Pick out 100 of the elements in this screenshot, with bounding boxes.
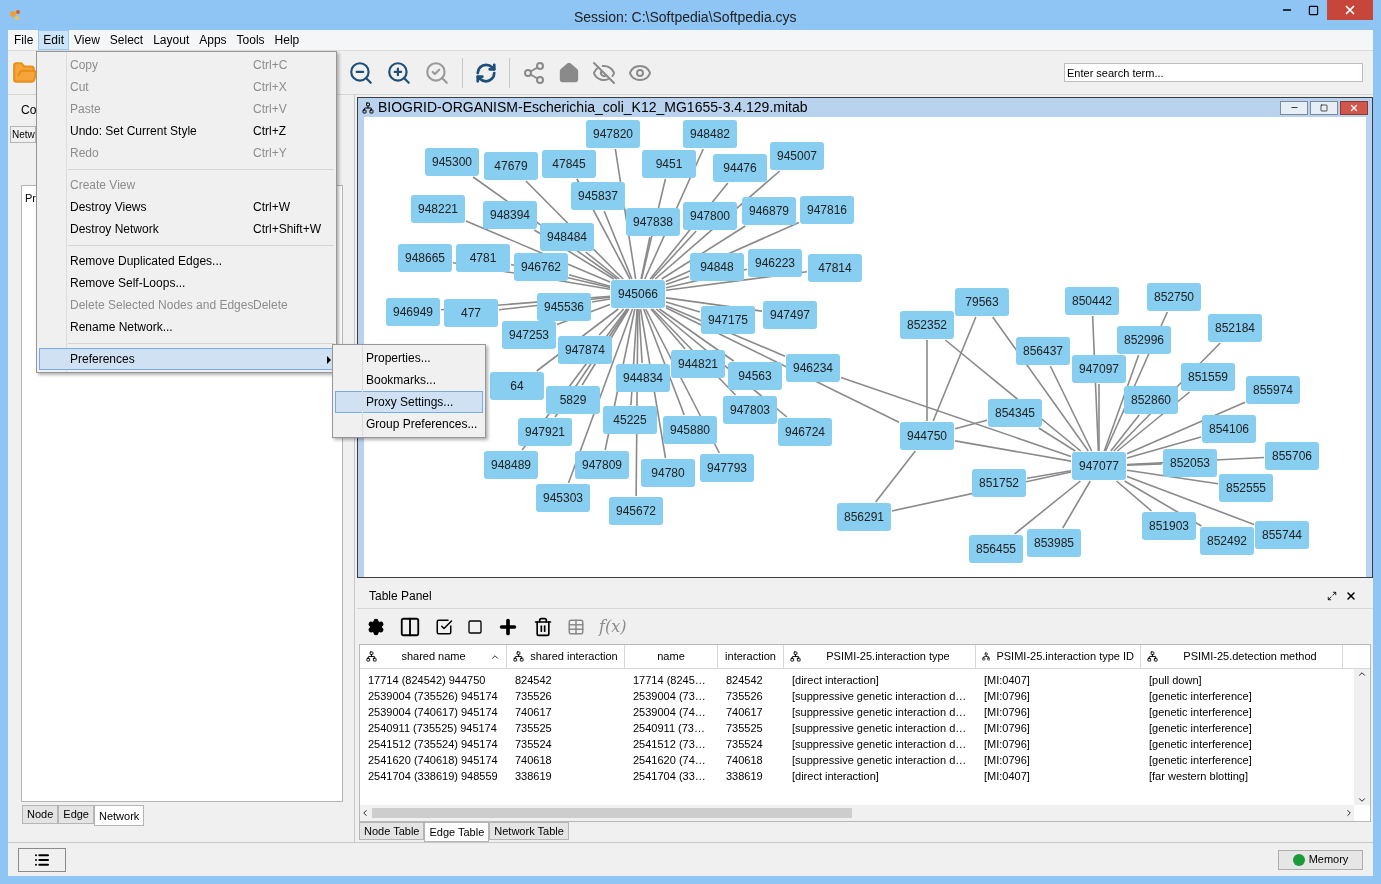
network-node[interactable]: 94780 xyxy=(641,459,695,487)
column-header[interactable]: PSIMI-25.detection method xyxy=(1141,645,1343,668)
network-node[interactable]: 855706 xyxy=(1265,442,1319,470)
network-node[interactable]: 94476 xyxy=(713,154,767,182)
menu-item[interactable]: Undo: Set Current Style Ctrl+Z xyxy=(39,120,334,142)
menu-bar-item[interactable]: View xyxy=(69,30,105,50)
network-node[interactable]: 851903 xyxy=(1142,512,1196,540)
network-node[interactable]: 4781 xyxy=(456,244,510,272)
network-node[interactable]: 947497 xyxy=(763,301,817,329)
network-node[interactable]: 855974 xyxy=(1246,376,1300,404)
network-node[interactable]: 852996 xyxy=(1117,326,1171,354)
column-header[interactable]: shared name xyxy=(360,645,507,668)
network-node[interactable]: 945007 xyxy=(770,142,824,170)
menu-item[interactable]: Destroy Network Ctrl+Shift+W xyxy=(39,218,334,240)
network-node[interactable]: 946762 xyxy=(514,253,568,281)
network-node[interactable]: 64 xyxy=(490,372,544,400)
settings-icon[interactable] xyxy=(367,617,385,636)
deselect-all-icon[interactable] xyxy=(467,618,483,635)
network-node[interactable]: 944750 xyxy=(900,422,954,450)
network-node[interactable]: 850442 xyxy=(1065,287,1119,315)
network-node[interactable]: 45225 xyxy=(603,406,657,434)
columns-icon[interactable] xyxy=(399,615,421,638)
network-node[interactable]: 856437 xyxy=(1016,337,1070,365)
menu-item[interactable]: Bookmarks... xyxy=(335,369,483,391)
close-button[interactable] xyxy=(1340,100,1368,115)
menu-item[interactable]: Destroy Views Ctrl+W xyxy=(39,196,334,218)
zoom-in-icon[interactable] xyxy=(386,59,412,86)
zoom-check-icon[interactable] xyxy=(424,59,450,86)
network-node[interactable]: 947838 xyxy=(626,208,680,236)
network-node[interactable]: 477 xyxy=(444,299,498,327)
network-node[interactable]: 5829 xyxy=(546,386,600,414)
network-node[interactable]: 852184 xyxy=(1208,314,1262,342)
network-node[interactable]: 946234 xyxy=(786,354,840,382)
share-icon[interactable] xyxy=(522,60,546,85)
network-node[interactable]: 79563 xyxy=(955,288,1009,316)
refresh-icon[interactable] xyxy=(475,61,497,84)
network-node[interactable]: 851559 xyxy=(1181,363,1235,391)
network-node[interactable]: 947175 xyxy=(701,306,755,334)
network-node[interactable]: 946949 xyxy=(386,298,440,326)
network-node[interactable]: 945066 xyxy=(611,280,665,308)
network-node[interactable]: 944834 xyxy=(616,364,670,392)
table-tab[interactable]: Network Table xyxy=(489,822,569,840)
network-node[interactable]: 948484 xyxy=(540,223,594,251)
menu-bar-item[interactable]: File xyxy=(9,30,39,50)
network-node[interactable]: 852750 xyxy=(1147,283,1201,311)
network-node[interactable]: 945880 xyxy=(663,416,717,444)
menu-bar-item[interactable]: Layout xyxy=(148,30,195,50)
network-node[interactable]: 854345 xyxy=(988,399,1042,427)
network-node[interactable]: 946724 xyxy=(778,418,832,446)
vertical-scrollbar[interactable] xyxy=(1354,669,1370,805)
network-node[interactable]: 947874 xyxy=(558,336,612,364)
table-tab[interactable]: Node Table xyxy=(359,822,425,840)
menu-item[interactable]: Remove Self-Loops... xyxy=(39,272,334,294)
network-node[interactable]: 947803 xyxy=(723,396,777,424)
menu-item[interactable]: Properties... xyxy=(335,347,483,369)
network-node[interactable]: 47679 xyxy=(484,152,538,180)
menu-bar-item[interactable]: Edit xyxy=(38,30,70,50)
network-node[interactable]: 946879 xyxy=(742,197,796,225)
panel-tab[interactable]: Network xyxy=(94,805,145,826)
menu-item[interactable]: Rename Network... xyxy=(39,316,334,338)
network-node[interactable]: 945536 xyxy=(537,293,591,321)
network-node[interactable]: 947816 xyxy=(800,196,854,224)
panel-tab[interactable]: Edge xyxy=(58,805,94,824)
network-node[interactable]: 945672 xyxy=(609,497,663,525)
menu-bar-item[interactable]: Help xyxy=(269,30,305,50)
zoom-out-icon[interactable] xyxy=(348,59,374,86)
table-tab[interactable]: Edge Table xyxy=(424,822,490,842)
network-node[interactable]: 852860 xyxy=(1124,386,1178,414)
panel-tab[interactable]: Node xyxy=(22,805,59,824)
network-node[interactable]: 852492 xyxy=(1200,527,1254,555)
network-node[interactable]: 947921 xyxy=(518,418,572,446)
horizontal-scrollbar[interactable] xyxy=(360,805,1354,821)
delete-icon[interactable] xyxy=(533,616,553,637)
network-node[interactable]: 947097 xyxy=(1072,355,1126,383)
table-link-icon[interactable] xyxy=(567,617,585,636)
menu-bar-item[interactable]: Apps xyxy=(194,30,232,50)
network-node[interactable]: 856455 xyxy=(969,535,1023,563)
column-header[interactable]: interaction xyxy=(718,645,784,668)
network-node[interactable]: 47845 xyxy=(542,150,596,178)
network-canvas[interactable] xyxy=(364,117,1366,577)
list-button[interactable] xyxy=(18,847,66,872)
network-node[interactable]: 856291 xyxy=(837,503,891,531)
network-node[interactable]: 854106 xyxy=(1202,415,1256,443)
network-node[interactable]: 947820 xyxy=(586,120,640,148)
menu-item[interactable]: Proxy Settings... xyxy=(335,391,483,413)
network-node[interactable]: 852555 xyxy=(1219,474,1273,502)
network-node[interactable]: 853985 xyxy=(1027,529,1081,557)
network-node[interactable]: 945837 xyxy=(571,182,625,210)
float-icon[interactable] xyxy=(1327,591,1337,601)
network-node[interactable]: 852352 xyxy=(900,311,954,339)
network-node[interactable]: 944821 xyxy=(671,350,725,378)
network-node[interactable]: 948221 xyxy=(411,195,465,223)
network-node[interactable]: 946223 xyxy=(748,249,802,277)
folder-icon[interactable] xyxy=(12,59,38,86)
network-node[interactable]: 945303 xyxy=(536,484,590,512)
network-node[interactable]: 947253 xyxy=(502,321,556,349)
menu-item[interactable]: Group Preferences... xyxy=(335,413,483,435)
network-node[interactable]: 948665 xyxy=(398,244,452,272)
network-node[interactable]: 947077 xyxy=(1072,452,1126,480)
select-all-icon[interactable] xyxy=(435,617,453,636)
